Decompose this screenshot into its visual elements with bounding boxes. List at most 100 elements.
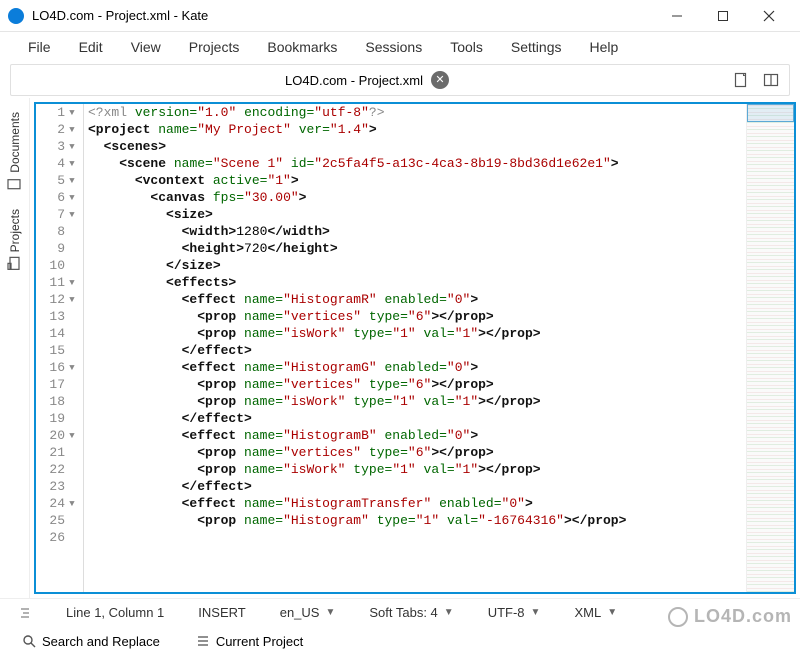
gutter-line[interactable]: 7▼	[36, 206, 83, 223]
fold-marker-icon[interactable]: ▼	[65, 431, 79, 441]
code-line[interactable]: <?xml version="1.0" encoding="utf-8"?>	[88, 104, 742, 121]
search-icon	[22, 634, 36, 648]
gutter-line[interactable]: 16▼	[36, 359, 83, 376]
gutter-line[interactable]: 2▼	[36, 121, 83, 138]
code-line[interactable]: </size>	[88, 257, 742, 274]
code-line[interactable]: </effect>	[88, 478, 742, 495]
close-button[interactable]	[746, 0, 792, 32]
code-line[interactable]: <project name="My Project" ver="1.4">	[88, 121, 742, 138]
menu-projects[interactable]: Projects	[175, 35, 254, 59]
gutter-line[interactable]: 20▼	[36, 427, 83, 444]
menu-view[interactable]: View	[117, 35, 175, 59]
gutter-line[interactable]: 15	[36, 342, 83, 359]
minimize-button[interactable]	[654, 0, 700, 32]
code-line[interactable]: <prop name="vertices" type="6"></prop>	[88, 376, 742, 393]
code-line[interactable]	[88, 529, 742, 546]
status-mode[interactable]: INSERT	[190, 605, 253, 620]
new-document-icon[interactable]	[729, 68, 753, 92]
code-line[interactable]: <size>	[88, 206, 742, 223]
minimap[interactable]	[746, 104, 794, 592]
menu-settings[interactable]: Settings	[497, 35, 576, 59]
menubar: FileEditViewProjectsBookmarksSessionsToo…	[0, 32, 800, 62]
code-line[interactable]: </effect>	[88, 410, 742, 427]
gutter-line[interactable]: 21	[36, 444, 83, 461]
maximize-button[interactable]	[700, 0, 746, 32]
gutter-line[interactable]: 11▼	[36, 274, 83, 291]
gutter-line[interactable]: 5▼	[36, 172, 83, 189]
tab-document[interactable]: LO4D.com - Project.xml ✕	[11, 71, 723, 89]
fold-marker-icon[interactable]: ▼	[65, 499, 79, 509]
status-position[interactable]: Line 1, Column 1	[58, 605, 172, 620]
close-tab-button[interactable]: ✕	[431, 71, 449, 89]
gutter-line[interactable]: 22	[36, 461, 83, 478]
code-line[interactable]: <prop name="vertices" type="6"></prop>	[88, 308, 742, 325]
fold-marker-icon[interactable]: ▼	[65, 363, 79, 373]
code-line[interactable]: <height>720</height>	[88, 240, 742, 257]
gutter-line[interactable]: 4▼	[36, 155, 83, 172]
fold-marker-icon[interactable]: ▼	[65, 295, 79, 305]
gutter-line[interactable]: 25	[36, 512, 83, 529]
gutter-line[interactable]: 12▼	[36, 291, 83, 308]
current-project-button[interactable]: Current Project	[188, 634, 311, 649]
split-view-icon[interactable]	[759, 68, 783, 92]
menu-edit[interactable]: Edit	[65, 35, 117, 59]
fold-marker-icon[interactable]: ▼	[65, 159, 79, 169]
code-line[interactable]: <effects>	[88, 274, 742, 291]
code-line[interactable]: <prop name="isWork" type="1" val="1"></p…	[88, 325, 742, 342]
watermark-icon	[668, 607, 688, 627]
fold-marker-icon[interactable]: ▼	[65, 210, 79, 220]
gutter-line[interactable]: 8	[36, 223, 83, 240]
status-syntax[interactable]: XML▼	[566, 605, 625, 620]
gutter-line[interactable]: 1▼	[36, 104, 83, 121]
code-line[interactable]: </effect>	[88, 342, 742, 359]
status-locale[interactable]: en_US▼	[272, 605, 344, 620]
sidebar-tab-documents[interactable]: Documents	[5, 106, 25, 199]
status-tabs[interactable]: Soft Tabs: 4▼	[361, 605, 461, 620]
gutter-line[interactable]: 3▼	[36, 138, 83, 155]
gutter-line[interactable]: 23	[36, 478, 83, 495]
code-line[interactable]: <effect name="HistogramB" enabled="0">	[88, 427, 742, 444]
code-line[interactable]: <effect name="HistogramTransfer" enabled…	[88, 495, 742, 512]
menu-help[interactable]: Help	[575, 35, 632, 59]
gutter-line[interactable]: 9	[36, 240, 83, 257]
code-area[interactable]: <?xml version="1.0" encoding="utf-8"?><p…	[84, 104, 746, 592]
gutter-line[interactable]: 17	[36, 376, 83, 393]
code-line[interactable]: <prop name="vertices" type="6"></prop>	[88, 444, 742, 461]
minimap-viewport[interactable]	[747, 104, 794, 122]
sidebar-tab-projects[interactable]: Projects	[5, 203, 25, 278]
gutter-line[interactable]: 18	[36, 393, 83, 410]
fold-marker-icon[interactable]: ▼	[65, 125, 79, 135]
sidebar-label: Documents	[8, 112, 22, 173]
editor[interactable]: 1▼2▼3▼4▼5▼6▼7▼891011▼12▼13141516▼1718192…	[34, 102, 796, 594]
code-line[interactable]: <prop name="isWork" type="1" val="1"></p…	[88, 393, 742, 410]
menu-bookmarks[interactable]: Bookmarks	[253, 35, 351, 59]
menu-tools[interactable]: Tools	[436, 35, 497, 59]
fold-marker-icon[interactable]: ▼	[65, 108, 79, 118]
code-line[interactable]: <effect name="HistogramG" enabled="0">	[88, 359, 742, 376]
gutter-line[interactable]: 19	[36, 410, 83, 427]
code-line[interactable]: <prop name="isWork" type="1" val="1"></p…	[88, 461, 742, 478]
code-line[interactable]: <scene name="Scene 1" id="2c5fa4f5-a13c-…	[88, 155, 742, 172]
gutter-line[interactable]: 10	[36, 257, 83, 274]
menu-sessions[interactable]: Sessions	[351, 35, 436, 59]
code-line[interactable]: <vcontext active="1">	[88, 172, 742, 189]
code-line[interactable]: <scenes>	[88, 138, 742, 155]
code-line[interactable]: <canvas fps="30.00">	[88, 189, 742, 206]
gutter-line[interactable]: 24▼	[36, 495, 83, 512]
tab-label: LO4D.com - Project.xml	[285, 73, 423, 88]
gutter-line[interactable]: 13	[36, 308, 83, 325]
fold-marker-icon[interactable]: ▼	[65, 278, 79, 288]
code-line[interactable]: <prop name="Histogram" type="1" val="-16…	[88, 512, 742, 529]
search-replace-button[interactable]: Search and Replace	[14, 634, 168, 649]
fold-marker-icon[interactable]: ▼	[65, 176, 79, 186]
indent-icon[interactable]	[10, 606, 40, 620]
fold-marker-icon[interactable]: ▼	[65, 193, 79, 203]
gutter-line[interactable]: 6▼	[36, 189, 83, 206]
gutter-line[interactable]: 14	[36, 325, 83, 342]
status-encoding[interactable]: UTF-8▼	[480, 605, 549, 620]
code-line[interactable]: <width>1280</width>	[88, 223, 742, 240]
code-line[interactable]: <effect name="HistogramR" enabled="0">	[88, 291, 742, 308]
gutter-line[interactable]: 26	[36, 529, 83, 546]
menu-file[interactable]: File	[14, 35, 65, 59]
fold-marker-icon[interactable]: ▼	[65, 142, 79, 152]
